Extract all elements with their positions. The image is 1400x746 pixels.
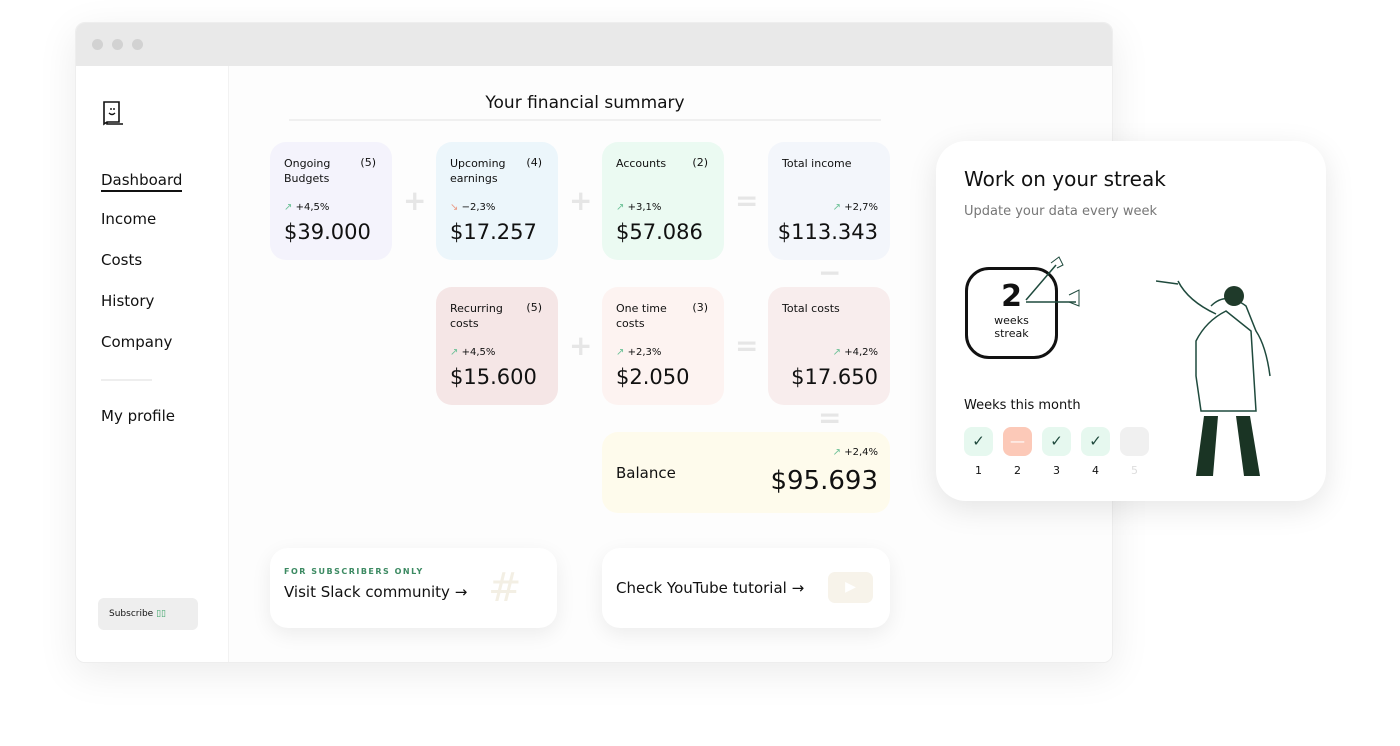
balance-value: $95.693 — [770, 466, 878, 496]
week-done-indicator: ✓ — [1042, 427, 1071, 456]
week-number: 5 — [1131, 464, 1138, 477]
card-title: Total costs — [782, 302, 840, 315]
subscribe-label: Subscribe — [109, 609, 154, 619]
card-change: +2,7% — [844, 202, 878, 213]
week-number: 1 — [975, 464, 982, 477]
card-value: $15.600 — [450, 365, 537, 389]
card-value: $17.257 — [450, 220, 537, 244]
sidebar-item-income[interactable]: Income — [101, 210, 156, 228]
window-maximize-button[interactable] — [132, 39, 143, 50]
trend-down-icon: ↘ — [450, 202, 459, 213]
equals-operator: = — [735, 329, 759, 362]
balance-label: Balance — [616, 464, 676, 482]
card-change: +2,3% — [627, 347, 662, 358]
arrow-right-icon: → — [454, 583, 468, 601]
streak-subtitle: Update your data every week — [964, 204, 1158, 219]
equals-operator: = — [818, 401, 842, 434]
card-count: (3) — [692, 301, 708, 314]
weeks-this-month-label: Weeks this month — [964, 398, 1081, 413]
play-icon: ▶ — [828, 572, 873, 603]
card-title: Recurring costs — [450, 302, 503, 330]
sidebar-divider — [101, 379, 152, 381]
window-close-button[interactable] — [92, 39, 103, 50]
slack-link-label: Visit Slack community — [284, 583, 450, 601]
trend-up-icon: ↗ +2,4% — [832, 447, 878, 458]
sidebar: Dashboard Income Costs History Company M… — [76, 66, 229, 662]
sidebar-item-history[interactable]: History — [101, 292, 154, 310]
slack-community-link[interactable]: FOR SUBSCRIBERS ONLY Visit Slack communi… — [270, 548, 557, 628]
slack-icon: # — [488, 565, 522, 611]
card-value: $17.650 — [791, 365, 878, 389]
summary-card[interactable]: Total income ↗ +2,7% $113.343 — [768, 142, 890, 260]
card-change: +4,5% — [461, 347, 496, 358]
sidebar-item-my-profile[interactable]: My profile — [101, 407, 175, 425]
youtube-link-label: Check YouTube tutorial — [616, 579, 787, 597]
card-title: Upcoming earnings — [450, 157, 506, 185]
balance-card[interactable]: Balance ↗ +2,4% $95.693 — [602, 432, 890, 513]
card-count: (2) — [692, 156, 708, 169]
trend-up-icon: ↗ — [832, 202, 842, 213]
window-minimize-button[interactable] — [112, 39, 123, 50]
week-done-indicator: ✓ — [964, 427, 993, 456]
card-value: $57.086 — [616, 220, 703, 244]
darts-icon — [1025, 256, 1080, 307]
logo-icon — [103, 101, 123, 126]
summary-card[interactable]: Ongoing Budgets (5) ↗ +4,5% $39.000 — [270, 142, 392, 260]
summary-card[interactable]: Accounts (2) ↗ +3,1% $57.086 — [602, 142, 724, 260]
card-change: +4,5% — [295, 202, 330, 213]
subscribe-button[interactable]: Subscribe ▯▯ — [98, 598, 198, 630]
plus-operator: + — [569, 184, 593, 217]
trend-up-icon: ↗ — [284, 202, 293, 213]
plus-operator: + — [403, 184, 427, 217]
streak-card: Work on your streak Update your data eve… — [936, 141, 1326, 501]
trend-up-icon: ↗ — [616, 202, 625, 213]
card-value: $2.050 — [616, 365, 690, 389]
card-count: (4) — [526, 156, 542, 169]
streak-title: Work on your streak — [964, 167, 1166, 191]
page-title: Your financial summary — [289, 93, 881, 121]
week-done-indicator: ✓ — [1081, 427, 1110, 456]
trend-up-icon: ↗ — [832, 347, 842, 358]
week-future-indicator — [1120, 427, 1149, 456]
youtube-tutorial-link[interactable]: Check YouTube tutorial → ▶ — [602, 548, 890, 628]
card-count: (5) — [526, 301, 542, 314]
money-icon: ▯▯ — [156, 609, 166, 619]
summary-card[interactable]: One time costs (3) ↗ +2,3% $2.050 — [602, 287, 724, 405]
trend-up-icon: ↗ — [450, 347, 459, 358]
week-number: 4 — [1092, 464, 1099, 477]
summary-card[interactable]: Recurring costs (5) ↗ +4,5% $15.600 — [436, 287, 558, 405]
trend-up-icon: ↗ — [616, 347, 625, 358]
card-title: Accounts — [616, 157, 667, 170]
card-title: Total income — [782, 157, 852, 170]
card-change: +3,1% — [627, 202, 662, 213]
summary-card[interactable]: Upcoming earnings (4) ↘ −2,3% $17.257 — [436, 142, 558, 260]
card-title: One time costs — [616, 302, 667, 330]
week-missed-indicator: — — [1003, 427, 1032, 456]
plus-operator: + — [569, 329, 593, 362]
card-value: $113.343 — [777, 220, 878, 244]
sidebar-item-dashboard[interactable]: Dashboard — [101, 171, 183, 192]
sidebar-item-costs[interactable]: Costs — [101, 251, 142, 269]
person-throwing-dart-illustration — [1156, 280, 1271, 476]
streak-unit: weeks streak — [994, 314, 1029, 340]
sidebar-item-company[interactable]: Company — [101, 333, 172, 351]
card-title: Ongoing Budgets — [284, 157, 331, 185]
card-change: +4,2% — [844, 347, 878, 358]
week-number: 3 — [1053, 464, 1060, 477]
minus-operator: − — [818, 256, 842, 289]
card-value: $39.000 — [284, 220, 371, 244]
arrow-right-icon: → — [791, 579, 805, 597]
week-number: 2 — [1014, 464, 1021, 477]
card-count: (5) — [360, 156, 376, 169]
subscribers-only-label: FOR SUBSCRIBERS ONLY — [284, 567, 424, 576]
equals-operator: = — [735, 184, 759, 217]
card-change: −2,3% — [461, 202, 496, 213]
title-bar — [76, 23, 1112, 66]
balance-change: +2,4% — [844, 447, 878, 458]
summary-card[interactable]: Total costs ↗ +4,2% $17.650 — [768, 287, 890, 405]
